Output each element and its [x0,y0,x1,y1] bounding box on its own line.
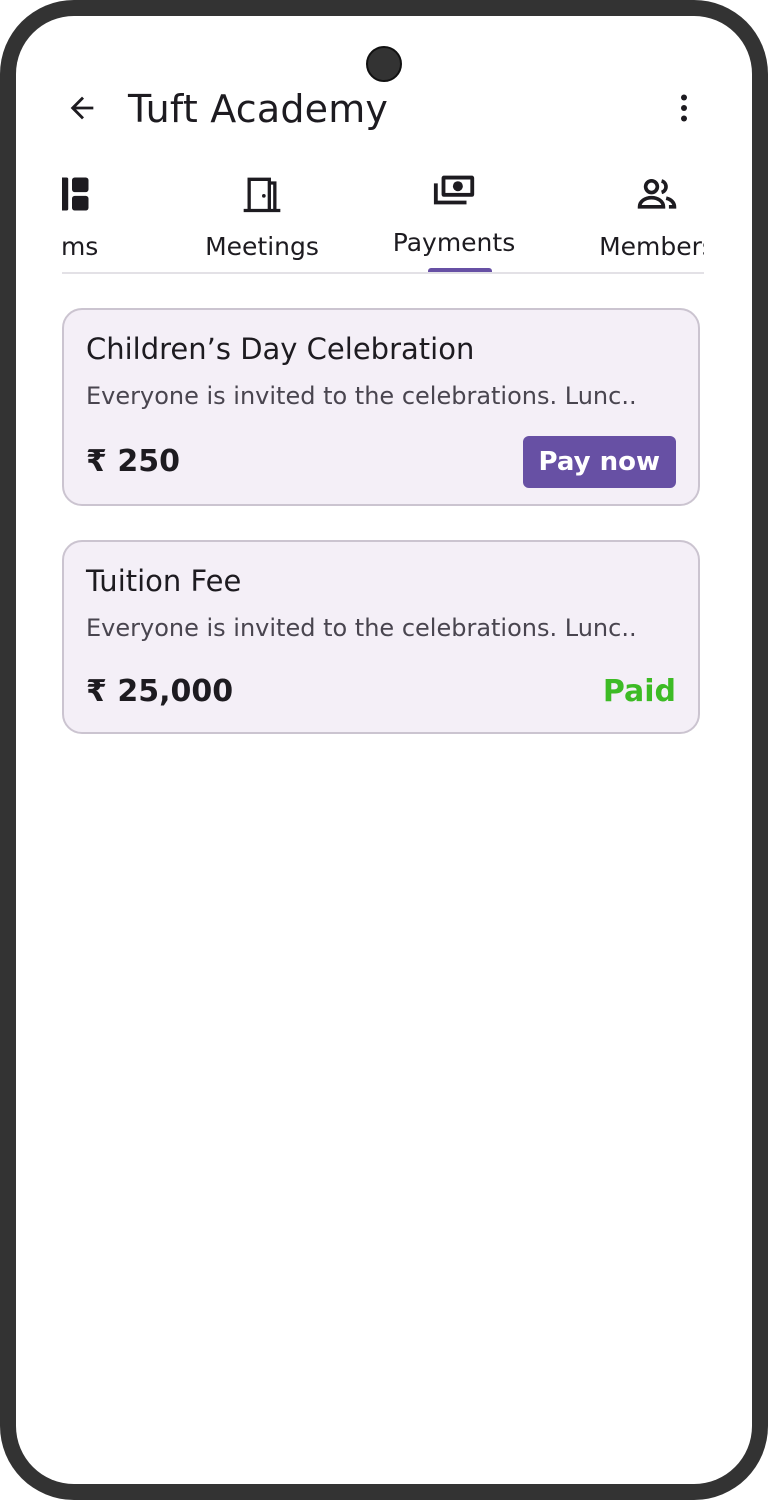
more-vert-icon [666,90,702,130]
back-button[interactable] [60,88,104,132]
pay-now-button[interactable]: Pay now [522,436,676,488]
group-icon [635,172,679,216]
paid-status-label: Paid [602,674,676,709]
payment-description: Everyone is invited to the celebrations.… [86,382,637,410]
arrow-back-icon [65,91,99,129]
tab-payments[interactable]: Payments [384,164,524,272]
payment-title: Children’s Day Celebration [86,332,475,366]
tab-meetings[interactable]: Meetings [192,164,332,272]
payments-cash-icon [432,168,476,212]
tab-label: oms [62,232,99,261]
door-icon [240,172,284,216]
payment-title: Tuition Fee [86,564,242,598]
tab-bar: oms Meetings [62,164,704,274]
device-screen: Tuft Academy ms Meetings Payments Member… [16,16,752,1484]
payment-card[interactable]: Children’s Day Celebration Everyone is i… [62,308,700,506]
tab-label: Payments [392,228,516,257]
overflow-menu-button[interactable] [662,88,706,132]
payment-description: Everyone is invited to the celebrations.… [86,614,637,642]
payment-amount: ₹ 250 [86,444,180,479]
page-title: Tuft Academy [128,87,389,131]
rooms-dashboard-icon [62,172,94,216]
payment-amount: ₹ 25,000 [86,674,234,709]
active-tab-indicator [428,268,492,272]
app-bar: Tuft Academy [16,76,752,146]
device-frame: Tuft Academy ms Meetings Payments Member… [0,0,768,1500]
tab-members[interactable]: Members [582,164,704,272]
tab-label: Members [599,232,704,261]
tab-rooms[interactable]: oms [62,164,134,272]
payment-card[interactable]: Tuition Fee Everyone is invited to the c… [62,540,700,734]
tab-label: Meetings [205,232,319,261]
